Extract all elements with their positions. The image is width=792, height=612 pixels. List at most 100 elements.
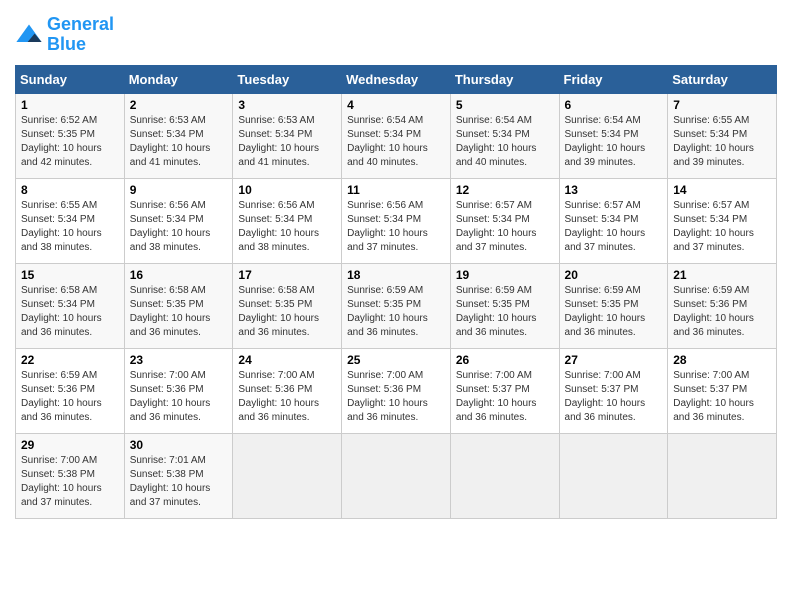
day-number: 15 [21,268,119,282]
calendar-cell: 17 Sunrise: 6:58 AM Sunset: 5:35 PM Dayl… [233,263,342,348]
day-detail: Sunrise: 7:00 AM Sunset: 5:37 PM Dayligh… [565,369,663,425]
day-detail: Sunrise: 6:54 AM Sunset: 5:34 PM Dayligh… [347,114,445,170]
day-number: 29 [21,438,119,452]
day-detail: Sunrise: 7:00 AM Sunset: 5:38 PM Dayligh… [21,454,119,510]
calendar-cell: 24 Sunrise: 7:00 AM Sunset: 5:36 PM Dayl… [233,348,342,433]
calendar-header-row: SundayMondayTuesdayWednesdayThursdayFrid… [16,65,777,93]
day-detail: Sunrise: 6:54 AM Sunset: 5:34 PM Dayligh… [565,114,663,170]
calendar-cell: 28 Sunrise: 7:00 AM Sunset: 5:37 PM Dayl… [668,348,777,433]
day-detail: Sunrise: 6:53 AM Sunset: 5:34 PM Dayligh… [130,114,228,170]
day-number: 23 [130,353,228,367]
calendar-cell: 16 Sunrise: 6:58 AM Sunset: 5:35 PM Dayl… [124,263,233,348]
day-detail: Sunrise: 6:59 AM Sunset: 5:36 PM Dayligh… [21,369,119,425]
day-detail: Sunrise: 6:55 AM Sunset: 5:34 PM Dayligh… [21,199,119,255]
day-detail: Sunrise: 6:53 AM Sunset: 5:34 PM Dayligh… [238,114,336,170]
weekday-header-tuesday: Tuesday [233,65,342,93]
calendar-cell: 30 Sunrise: 7:01 AM Sunset: 5:38 PM Dayl… [124,433,233,518]
day-number: 13 [565,183,663,197]
calendar-cell: 26 Sunrise: 7:00 AM Sunset: 5:37 PM Dayl… [450,348,559,433]
day-detail: Sunrise: 6:59 AM Sunset: 5:35 PM Dayligh… [347,284,445,340]
day-detail: Sunrise: 7:00 AM Sunset: 5:37 PM Dayligh… [456,369,554,425]
calendar-cell: 13 Sunrise: 6:57 AM Sunset: 5:34 PM Dayl… [559,178,668,263]
calendar-cell [342,433,451,518]
day-detail: Sunrise: 6:54 AM Sunset: 5:34 PM Dayligh… [456,114,554,170]
day-number: 3 [238,98,336,112]
calendar-cell: 3 Sunrise: 6:53 AM Sunset: 5:34 PM Dayli… [233,93,342,178]
day-number: 8 [21,183,119,197]
calendar-cell: 14 Sunrise: 6:57 AM Sunset: 5:34 PM Dayl… [668,178,777,263]
day-detail: Sunrise: 7:00 AM Sunset: 5:36 PM Dayligh… [130,369,228,425]
day-number: 22 [21,353,119,367]
day-detail: Sunrise: 7:00 AM Sunset: 5:37 PM Dayligh… [673,369,771,425]
day-detail: Sunrise: 7:00 AM Sunset: 5:36 PM Dayligh… [238,369,336,425]
weekday-header-friday: Friday [559,65,668,93]
day-number: 19 [456,268,554,282]
calendar-cell: 11 Sunrise: 6:56 AM Sunset: 5:34 PM Dayl… [342,178,451,263]
weekday-header-sunday: Sunday [16,65,125,93]
calendar-cell: 9 Sunrise: 6:56 AM Sunset: 5:34 PM Dayli… [124,178,233,263]
day-number: 5 [456,98,554,112]
day-number: 18 [347,268,445,282]
day-number: 20 [565,268,663,282]
day-number: 2 [130,98,228,112]
calendar-cell [559,433,668,518]
day-detail: Sunrise: 6:59 AM Sunset: 5:35 PM Dayligh… [565,284,663,340]
weekday-header-saturday: Saturday [668,65,777,93]
day-number: 26 [456,353,554,367]
logo: General Blue [15,15,114,55]
calendar-cell: 10 Sunrise: 6:56 AM Sunset: 5:34 PM Dayl… [233,178,342,263]
weekday-header-wednesday: Wednesday [342,65,451,93]
calendar-cell [668,433,777,518]
day-detail: Sunrise: 6:58 AM Sunset: 5:35 PM Dayligh… [238,284,336,340]
calendar-cell: 8 Sunrise: 6:55 AM Sunset: 5:34 PM Dayli… [16,178,125,263]
day-number: 6 [565,98,663,112]
logo-text: General Blue [47,15,114,55]
day-number: 10 [238,183,336,197]
calendar-cell: 18 Sunrise: 6:59 AM Sunset: 5:35 PM Dayl… [342,263,451,348]
day-detail: Sunrise: 6:57 AM Sunset: 5:34 PM Dayligh… [456,199,554,255]
calendar-week-row: 8 Sunrise: 6:55 AM Sunset: 5:34 PM Dayli… [16,178,777,263]
calendar-cell: 20 Sunrise: 6:59 AM Sunset: 5:35 PM Dayl… [559,263,668,348]
calendar-cell: 5 Sunrise: 6:54 AM Sunset: 5:34 PM Dayli… [450,93,559,178]
day-detail: Sunrise: 6:52 AM Sunset: 5:35 PM Dayligh… [21,114,119,170]
day-detail: Sunrise: 6:58 AM Sunset: 5:34 PM Dayligh… [21,284,119,340]
day-number: 27 [565,353,663,367]
calendar-cell: 4 Sunrise: 6:54 AM Sunset: 5:34 PM Dayli… [342,93,451,178]
calendar-cell: 2 Sunrise: 6:53 AM Sunset: 5:34 PM Dayli… [124,93,233,178]
logo-icon [15,21,43,49]
day-detail: Sunrise: 6:57 AM Sunset: 5:34 PM Dayligh… [565,199,663,255]
calendar-cell: 23 Sunrise: 7:00 AM Sunset: 5:36 PM Dayl… [124,348,233,433]
day-detail: Sunrise: 6:59 AM Sunset: 5:36 PM Dayligh… [673,284,771,340]
day-number: 24 [238,353,336,367]
day-detail: Sunrise: 6:57 AM Sunset: 5:34 PM Dayligh… [673,199,771,255]
day-number: 9 [130,183,228,197]
calendar-week-row: 15 Sunrise: 6:58 AM Sunset: 5:34 PM Dayl… [16,263,777,348]
day-detail: Sunrise: 7:00 AM Sunset: 5:36 PM Dayligh… [347,369,445,425]
calendar-week-row: 29 Sunrise: 7:00 AM Sunset: 5:38 PM Dayl… [16,433,777,518]
day-number: 21 [673,268,771,282]
day-number: 11 [347,183,445,197]
calendar-cell [233,433,342,518]
day-number: 17 [238,268,336,282]
page-header: General Blue [15,15,777,55]
calendar-cell: 7 Sunrise: 6:55 AM Sunset: 5:34 PM Dayli… [668,93,777,178]
calendar-week-row: 22 Sunrise: 6:59 AM Sunset: 5:36 PM Dayl… [16,348,777,433]
day-number: 25 [347,353,445,367]
weekday-header-thursday: Thursday [450,65,559,93]
day-number: 4 [347,98,445,112]
day-detail: Sunrise: 6:56 AM Sunset: 5:34 PM Dayligh… [130,199,228,255]
calendar-table: SundayMondayTuesdayWednesdayThursdayFrid… [15,65,777,519]
day-detail: Sunrise: 7:01 AM Sunset: 5:38 PM Dayligh… [130,454,228,510]
day-number: 1 [21,98,119,112]
calendar-cell: 27 Sunrise: 7:00 AM Sunset: 5:37 PM Dayl… [559,348,668,433]
calendar-week-row: 1 Sunrise: 6:52 AM Sunset: 5:35 PM Dayli… [16,93,777,178]
weekday-header-monday: Monday [124,65,233,93]
day-number: 12 [456,183,554,197]
calendar-cell: 29 Sunrise: 7:00 AM Sunset: 5:38 PM Dayl… [16,433,125,518]
day-number: 16 [130,268,228,282]
calendar-cell: 19 Sunrise: 6:59 AM Sunset: 5:35 PM Dayl… [450,263,559,348]
calendar-cell: 15 Sunrise: 6:58 AM Sunset: 5:34 PM Dayl… [16,263,125,348]
calendar-cell: 1 Sunrise: 6:52 AM Sunset: 5:35 PM Dayli… [16,93,125,178]
day-number: 30 [130,438,228,452]
day-detail: Sunrise: 6:56 AM Sunset: 5:34 PM Dayligh… [347,199,445,255]
